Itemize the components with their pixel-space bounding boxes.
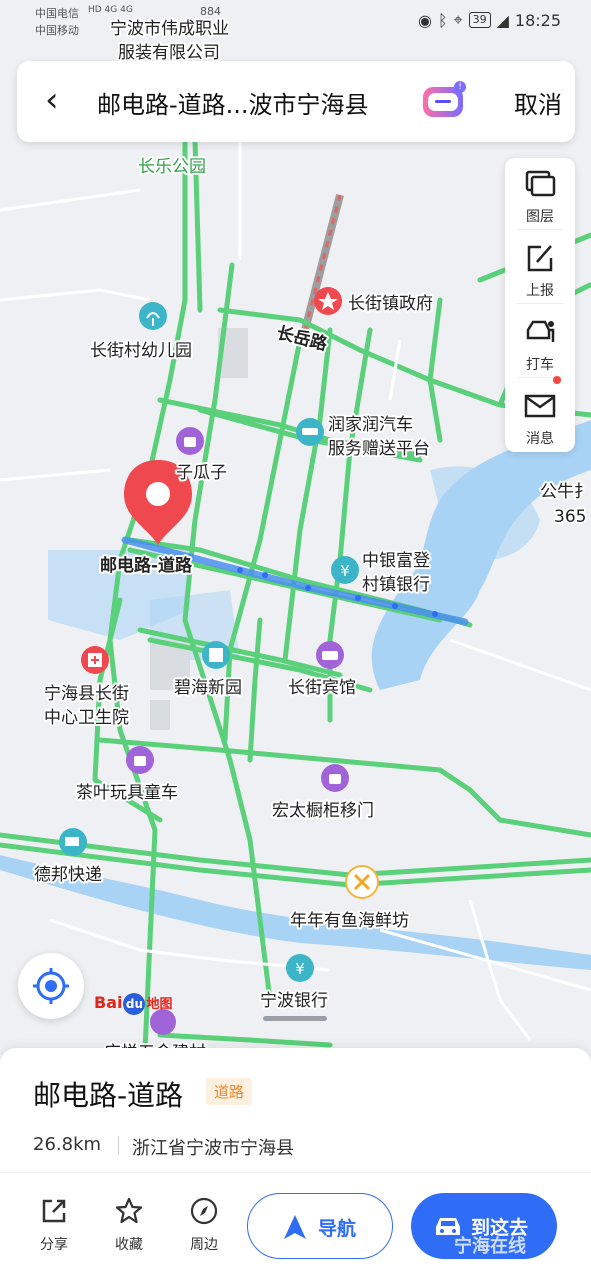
label-park: 长乐公园 <box>138 157 206 177</box>
label-express: 德邦快递 <box>34 865 102 885</box>
label-toys: 茶叶玩具童车 <box>76 783 178 803</box>
logo-map-word: 地图 <box>146 997 173 1012</box>
baidu-map-logo: Bai du 地图 <box>94 993 173 1015</box>
logo-du: du <box>123 993 146 1015</box>
map-toolbar: 图层 上报 打车 消息 <box>505 158 575 452</box>
mail-icon <box>524 394 556 418</box>
label-car-service2: 服务赠送平台 <box>328 439 430 459</box>
net-speed: 884 <box>200 5 221 18</box>
layers-label: 图层 <box>526 209 554 225</box>
divider <box>517 229 563 230</box>
divider <box>517 303 563 304</box>
label-top-company2: 服装有限公司 <box>118 43 220 63</box>
clock: 18:25 <box>514 10 561 30</box>
label-bank1: 中银富登 <box>362 551 430 571</box>
navigate-label: 导航 <box>318 1218 357 1240</box>
bluetooth-icon: ᛒ <box>437 10 448 30</box>
hospital-marker[interactable] <box>81 646 109 674</box>
label-melon: 子瓜子 <box>176 463 227 483</box>
car-service-marker[interactable] <box>296 418 324 446</box>
place-address: 浙江省宁波市宁海县 <box>132 1138 294 1159</box>
favorite-button[interactable]: 收藏 <box>99 1196 159 1254</box>
label-ningbo-bank: 宁波银行 <box>260 991 328 1011</box>
sheet-drag-handle[interactable] <box>263 1016 327 1021</box>
hotel-marker[interactable] <box>316 641 344 669</box>
edit-icon <box>527 245 553 272</box>
nearby-label: 周边 <box>190 1237 218 1253</box>
shop-marker-toys[interactable] <box>126 746 154 774</box>
taxi-icon <box>526 320 555 342</box>
report-button[interactable]: 上报 <box>505 232 575 304</box>
shop-marker-cabinet[interactable] <box>321 764 349 792</box>
ningbo-bank-marker[interactable]: ¥ <box>286 954 314 982</box>
label-hospital2: 中心卫生院 <box>44 708 129 728</box>
divider <box>0 1172 591 1173</box>
label-hotel: 长街宾馆 <box>288 678 356 698</box>
express-marker[interactable] <box>59 828 87 856</box>
status-bar: 中国电信 中国移动 HD 4G 4G 884 ◉ ᛒ ⌖ 39 ◢ 18:25 <box>0 0 591 44</box>
label-gongniu2: 365 <box>554 507 586 527</box>
label-hospital1: 宁海县长街 <box>44 684 129 704</box>
navigation-arrow-icon <box>284 1215 306 1239</box>
location-icon: ⌖ <box>453 10 463 29</box>
layers-button[interactable]: 图层 <box>505 158 575 230</box>
logo-bai: Bai <box>94 993 123 1012</box>
place-name: 邮电路-道路 <box>33 1079 184 1112</box>
signal-icon: ◢ <box>496 10 509 30</box>
share-button[interactable]: 分享 <box>24 1196 84 1254</box>
residence-marker[interactable] <box>202 641 230 669</box>
label-fish: 年年有鱼海鲜坊 <box>290 911 409 931</box>
label-selected-road: 邮电路-道路 <box>100 555 193 576</box>
share-label: 分享 <box>40 1237 68 1253</box>
eye-icon: ◉ <box>417 10 432 30</box>
favorite-label: 收藏 <box>115 1237 143 1253</box>
assistant-badge: ! <box>454 81 466 93</box>
compass-icon <box>190 1197 218 1225</box>
gov-marker[interactable] <box>314 287 342 315</box>
search-title[interactable]: 邮电路-道路...波市宁海县 <box>97 85 369 120</box>
cancel-button[interactable]: 取消 <box>514 85 562 120</box>
label-kindergarten: 长街村幼儿园 <box>90 341 192 361</box>
battery-icon: 39 <box>468 12 491 28</box>
status-right: ◉ ᛒ ⌖ 39 ◢ 18:25 <box>418 10 561 30</box>
label-car-service1: 润家润汽车 <box>328 415 413 435</box>
carrier-2: 中国移动 <box>35 24 79 37</box>
label-cabinet: 宏太橱柜移门 <box>272 801 374 821</box>
taxi-button[interactable]: 打车 <box>505 306 575 378</box>
carrier-1: 中国电信 <box>35 7 79 20</box>
back-icon[interactable]: ‹ <box>45 83 75 119</box>
bank-marker[interactable]: ¥ <box>331 556 359 584</box>
nearby-button[interactable]: 周边 <box>174 1196 234 1254</box>
messages-label: 消息 <box>526 431 554 447</box>
restaurant-marker[interactable] <box>345 865 379 899</box>
label-bank2: 村镇银行 <box>362 575 430 595</box>
search-bar[interactable]: ‹ 邮电路-道路...波市宁海县 ! 取消 <box>17 61 575 142</box>
report-label: 上报 <box>526 283 554 299</box>
share-icon <box>42 1199 66 1223</box>
navigate-button[interactable]: 导航 <box>247 1193 393 1259</box>
map-app: ¥ ¥ 宁波市伟成职业 服装有限公司 长乐公园 长街镇政府 长岳路 长街村幼儿园… <box>0 0 591 1280</box>
svg-text:¥: ¥ <box>295 960 305 978</box>
network-tags: HD 4G 4G <box>88 5 133 15</box>
locate-button[interactable] <box>18 953 84 1019</box>
label-gov: 长街镇政府 <box>348 294 433 314</box>
taxi-label: 打车 <box>526 357 554 373</box>
place-tag: 道路 <box>206 1078 253 1105</box>
shop-marker-melon[interactable] <box>176 427 204 455</box>
svg-text:¥: ¥ <box>340 562 350 580</box>
place-distance: 26.8km <box>33 1134 102 1155</box>
layers-icon <box>525 170 556 197</box>
label-gongniu1: 公牛扌 <box>540 482 591 502</box>
star-icon <box>115 1197 143 1224</box>
divider <box>118 1136 119 1154</box>
unread-dot <box>553 376 561 384</box>
label-bihai: 碧海新园 <box>174 678 242 698</box>
watermark: 宁海在线 <box>454 1236 526 1257</box>
crosshair-icon <box>33 968 69 1004</box>
kindergarten-marker[interactable] <box>139 302 167 330</box>
messages-button[interactable]: 消息 <box>505 376 575 452</box>
